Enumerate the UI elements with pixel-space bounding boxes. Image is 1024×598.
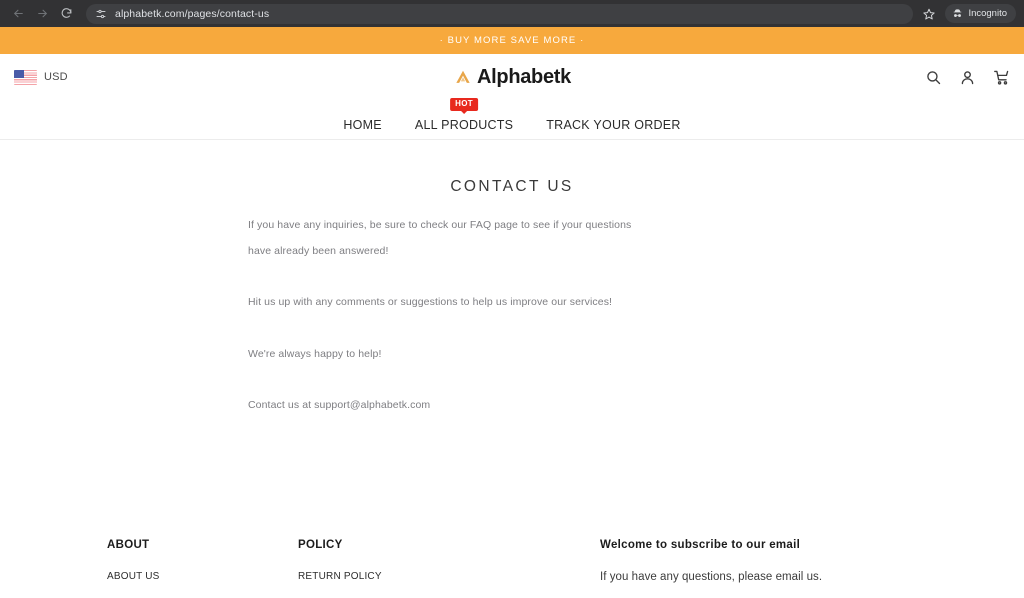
reload-icon	[61, 8, 71, 18]
contact-paragraph-3: Hit us up with any comments or suggestio…	[248, 296, 613, 308]
brand-wrap: Alphabetk	[0, 54, 1024, 100]
incognito-label: Incognito	[968, 8, 1007, 19]
arrow-right-icon	[37, 9, 47, 18]
main-navigation: HOME HOT ALL PRODUCTS TRACK YOUR ORDER	[0, 97, 1024, 140]
tune-sliders-icon[interactable]	[95, 8, 107, 20]
star-icon	[923, 8, 936, 19]
brand-logo-link[interactable]: Alphabetk	[453, 66, 571, 89]
contact-paragraph-1: If you have any inquiries, be sure to ch…	[248, 219, 632, 231]
search-icon[interactable]	[925, 69, 942, 86]
footer-heading-about: ABOUT	[107, 539, 150, 551]
promo-banner: · BUY MORE SAVE MORE ·	[0, 27, 1024, 54]
currency-selector[interactable]: USD	[14, 69, 68, 85]
contact-paragraph-4: We're always happy to help!	[248, 347, 382, 360]
arrow-left-icon	[13, 9, 23, 18]
url-text: alphabetk.com/pages/contact-us	[115, 7, 270, 20]
bookmark-button[interactable]	[919, 4, 939, 24]
nav-item-track-your-order[interactable]: TRACK YOUR ORDER	[546, 117, 681, 132]
contact-paragraph-2: have already been answered!	[248, 244, 389, 257]
contact-paragraph-5: Contact us at support@alphabetk.com	[248, 399, 431, 411]
main-content: CONTACT US If you have any inquiries, be…	[0, 140, 1024, 411]
address-bar[interactable]: alphabetk.com/pages/contact-us	[86, 3, 914, 24]
back-button[interactable]	[8, 4, 28, 24]
newsletter-subtext: If you have any questions, please email …	[600, 570, 823, 583]
page-title: CONTACT US	[450, 178, 574, 195]
contact-body: If you have any inquiries, be sure to ch…	[0, 220, 1024, 411]
incognito-indicator[interactable]: Incognito	[945, 4, 1016, 23]
nav-item-all-products-label: ALL PRODUCTS	[414, 117, 514, 132]
account-icon[interactable]	[959, 69, 976, 86]
nav-item-home-label: HOME	[343, 117, 382, 132]
brand-name: Alphabetk	[477, 65, 571, 88]
footer-link-about-us[interactable]: ABOUT US	[107, 571, 298, 582]
currency-label: USD	[44, 71, 68, 83]
footer-column-newsletter: Welcome to subscribe to our email If you…	[599, 539, 1010, 583]
forward-button[interactable]	[32, 4, 52, 24]
site-header: USD Alphabetk	[0, 54, 1024, 100]
newsletter-heading: Welcome to subscribe to our email	[600, 539, 801, 551]
nav-item-track-your-order-label: TRACK YOUR ORDER	[546, 117, 681, 132]
nav-item-home[interactable]: HOME	[343, 117, 382, 132]
footer-heading-policy: POLICY	[298, 539, 343, 551]
incognito-hat-icon	[954, 9, 962, 17]
browser-toolbar: alphabetk.com/pages/contact-us Incognito	[0, 0, 1024, 27]
cart-icon[interactable]	[993, 69, 1010, 86]
footer-column-about: ABOUT ABOUT US	[14, 539, 298, 583]
promo-banner-text: · BUY MORE SAVE MORE ·	[439, 35, 585, 46]
footer-column-policy: POLICY RETURN POLICY	[298, 539, 599, 583]
us-flag-icon	[14, 69, 37, 85]
reload-button[interactable]	[56, 4, 76, 24]
alphabetk-triangle-logo-icon	[456, 70, 470, 83]
browser-toolbar-right: Incognito	[919, 4, 1016, 24]
hot-badge: HOT	[450, 97, 478, 111]
site-footer: ABOUT ABOUT US POLICY RETURN POLICY Welc…	[0, 539, 1024, 583]
footer-link-return-policy[interactable]: RETURN POLICY	[298, 571, 599, 582]
nav-item-all-products[interactable]: HOT ALL PRODUCTS	[414, 97, 514, 132]
header-actions	[925, 69, 1010, 86]
